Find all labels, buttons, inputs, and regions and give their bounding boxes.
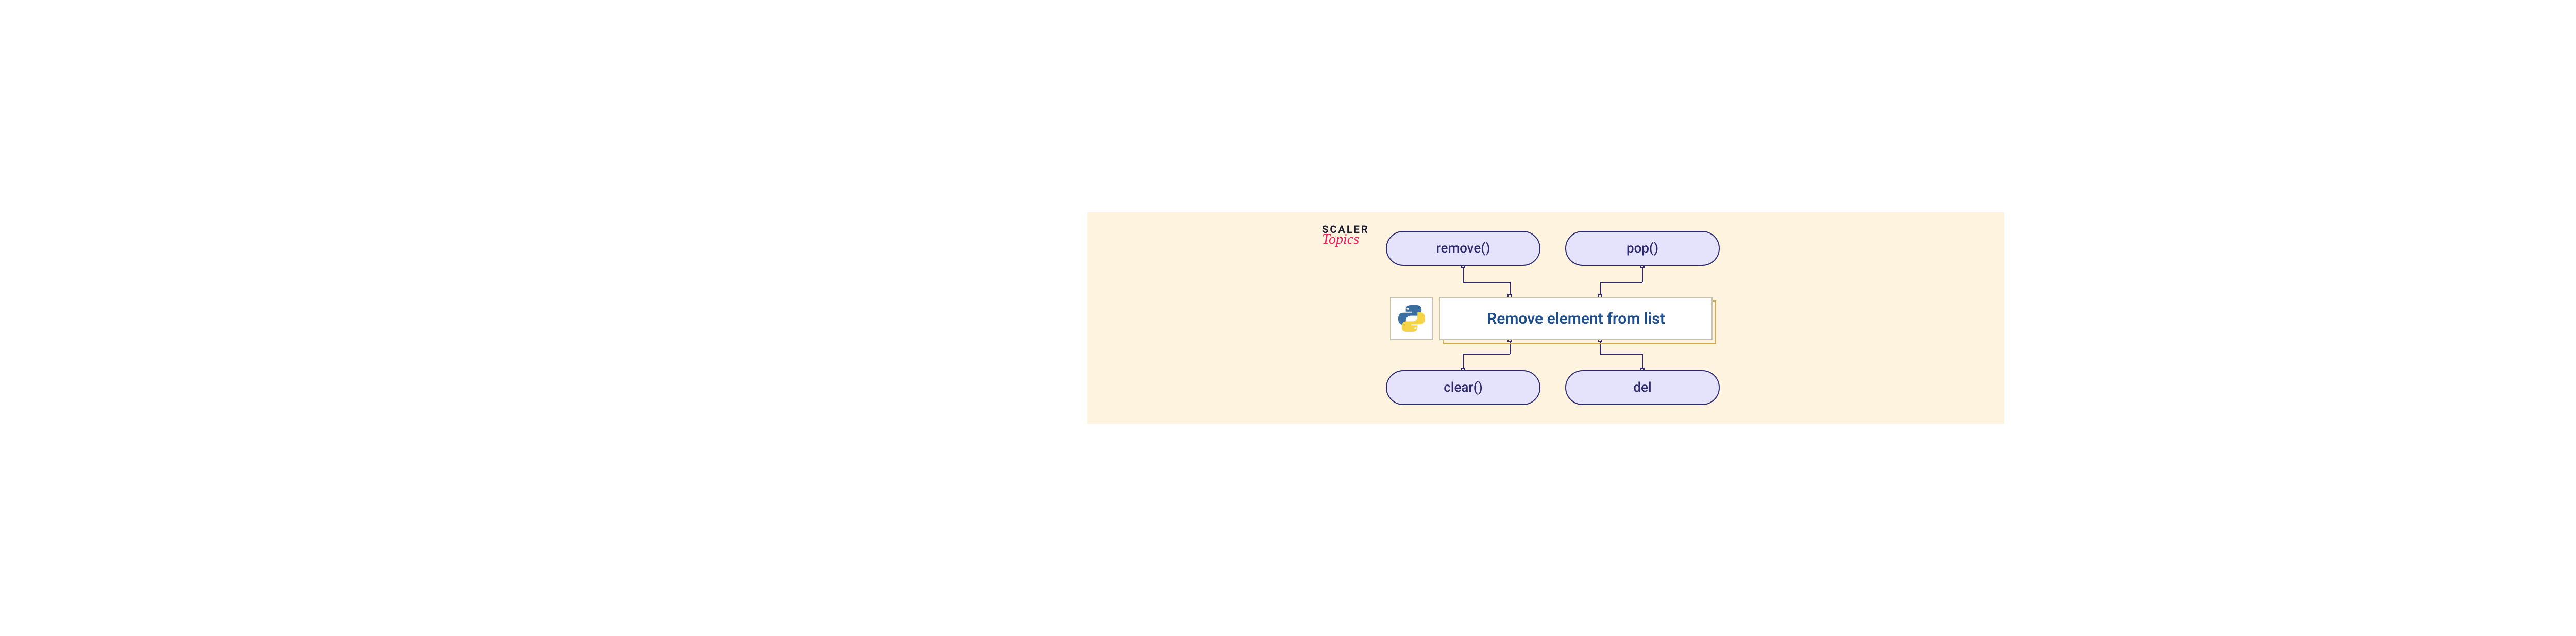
method-label: del: [1633, 380, 1651, 395]
connector: [1600, 354, 1642, 355]
diagram-canvas: SCALER Topics remove() pop() clear() del: [1087, 212, 2004, 424]
method-label: remove(): [1436, 241, 1490, 256]
brand-logo: SCALER Topics: [1322, 225, 1369, 246]
connector: [1642, 266, 1643, 282]
center-group: Remove element from list: [1390, 297, 1713, 340]
python-logo-icon: [1398, 305, 1426, 332]
center-title-wrap: Remove element from list: [1439, 297, 1713, 340]
method-label: pop(): [1626, 241, 1658, 256]
connector: [1600, 282, 1642, 283]
center-title: Remove element from list: [1487, 310, 1665, 328]
method-label: clear(): [1444, 380, 1482, 395]
method-pill-del: del: [1565, 370, 1720, 405]
center-title-box: Remove element from list: [1439, 297, 1713, 340]
method-pill-clear: clear(): [1386, 370, 1540, 405]
connector: [1463, 266, 1464, 282]
connector: [1463, 282, 1510, 283]
python-logo-box: [1390, 297, 1433, 340]
method-pill-remove: remove(): [1386, 231, 1540, 266]
connector: [1463, 354, 1510, 355]
method-pill-pop: pop(): [1565, 231, 1720, 266]
